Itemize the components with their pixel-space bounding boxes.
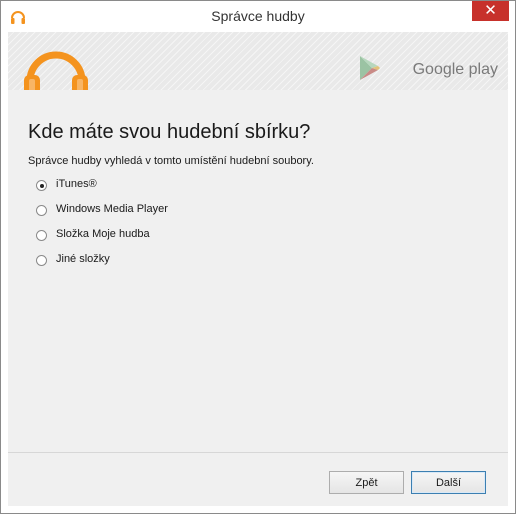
option-label: Jiné složky xyxy=(56,253,110,265)
option-my-music-folder[interactable]: Složka Moje hudba xyxy=(36,228,236,246)
google-play-brand-text: Google play xyxy=(412,61,498,78)
back-button[interactable]: Zpět xyxy=(329,471,404,494)
title-bar: Správce hudby ✕ xyxy=(1,1,515,32)
radio-my-music-folder[interactable] xyxy=(36,230,47,241)
close-icon[interactable]: ✕ xyxy=(484,2,497,19)
header-banner: Google play xyxy=(8,32,508,101)
option-other-folders[interactable]: Jiné složky xyxy=(36,253,236,271)
close-button[interactable]: ✕ xyxy=(472,1,509,21)
option-label: Složka Moje hudba xyxy=(56,228,150,240)
option-itunes[interactable]: iTunes® xyxy=(36,178,236,196)
radio-other-folders[interactable] xyxy=(36,255,47,266)
option-label: iTunes® xyxy=(56,178,97,190)
main-content: Kde máte svou hudební sbírku? Správce hu… xyxy=(8,90,508,452)
option-label: Windows Media Player xyxy=(56,203,168,215)
option-windows-media-player[interactable]: Windows Media Player xyxy=(36,203,236,221)
button-bar: Zpět Další xyxy=(8,452,508,506)
music-manager-window: Správce hudby ✕ Google play Kde máte svo… xyxy=(0,0,516,514)
radio-windows-media-player[interactable] xyxy=(36,205,47,216)
radio-itunes[interactable] xyxy=(36,180,47,191)
page-description: Správce hudby vyhledá v tomto umístění h… xyxy=(28,155,314,167)
next-button[interactable]: Další xyxy=(411,471,486,494)
google-play-logo-icon xyxy=(360,56,380,80)
window-title: Správce hudby xyxy=(211,8,305,24)
page-title: Kde máte svou hudební sbírku? xyxy=(28,121,311,143)
